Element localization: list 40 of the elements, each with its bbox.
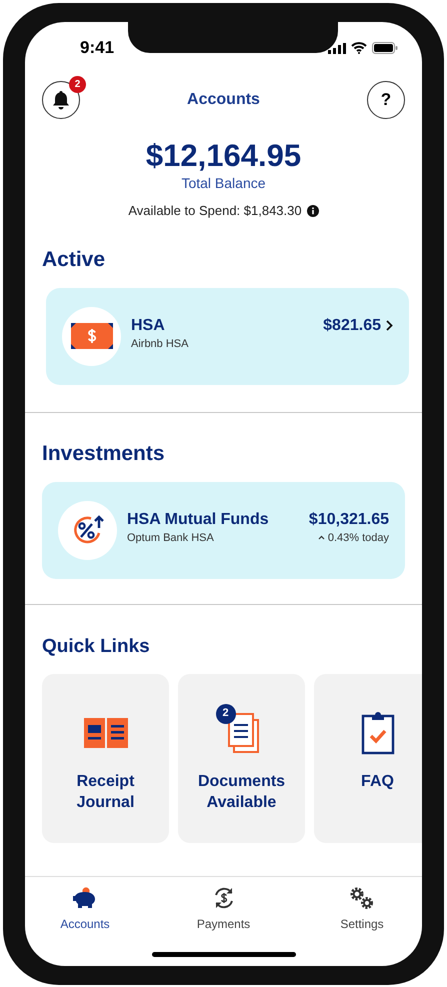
payments-tab[interactable]: Payments — [174, 885, 274, 966]
help-button[interactable]: ? — [367, 81, 405, 119]
total-balance: $12,164.95 — [146, 137, 302, 175]
account-name: HSA Mutual Funds — [127, 510, 270, 530]
gears-icon — [349, 886, 375, 910]
signal-icon — [328, 42, 346, 54]
section-heading: Investments — [42, 440, 166, 466]
info-icon[interactable] — [306, 204, 319, 217]
account-name: HSA — [131, 316, 166, 336]
banknote-icon — [70, 323, 112, 349]
quick-link-label: FAQ — [360, 772, 395, 792]
daily-change: 0.43% today — [328, 530, 389, 546]
account-card[interactable]: HSA Airbnb HSA $821.65 — [46, 288, 409, 384]
wifi-icon — [351, 42, 367, 54]
account-provider: Airbnb HSA — [131, 336, 190, 352]
piggy-bank-icon — [72, 887, 98, 909]
quick-link-tile[interactable]: FAQ — [314, 674, 422, 842]
quick-link-label: Documents Available — [196, 772, 286, 812]
available-to-spend: Available to Spend: $1,843.30 — [128, 202, 302, 220]
account-card[interactable]: HSA Mutual Funds Optum Bank HSA $10,321.65 0.43% today — [42, 482, 405, 578]
section-heading: Quick Links — [42, 634, 151, 658]
status-time: 9:41 — [80, 37, 114, 60]
account-amount: $821.65 — [323, 316, 381, 336]
section-heading: Active — [42, 246, 106, 272]
bell-icon — [52, 90, 70, 110]
caret-up-icon — [318, 535, 325, 540]
battery-icon — [372, 42, 398, 54]
page-title: Accounts — [187, 90, 260, 110]
quick-link-label: Receipt Journal — [76, 772, 136, 812]
balance-label: Total Balance — [181, 175, 266, 191]
notification-badge: 2 — [69, 76, 86, 93]
account-amount: $10,321.65 — [308, 510, 389, 530]
quick-link-tile[interactable]: 2 Documents Available — [178, 674, 305, 842]
settings-tab[interactable]: Settings — [312, 885, 412, 966]
open-book-icon — [84, 718, 128, 748]
quick-link-tile[interactable]: Receipt Journal — [42, 674, 169, 842]
clipboard-check-icon — [360, 710, 394, 754]
account-provider: Optum Bank HSA — [127, 530, 215, 546]
accounts-tab[interactable]: Accounts — [35, 885, 135, 966]
count-badge: 2 — [216, 704, 236, 724]
